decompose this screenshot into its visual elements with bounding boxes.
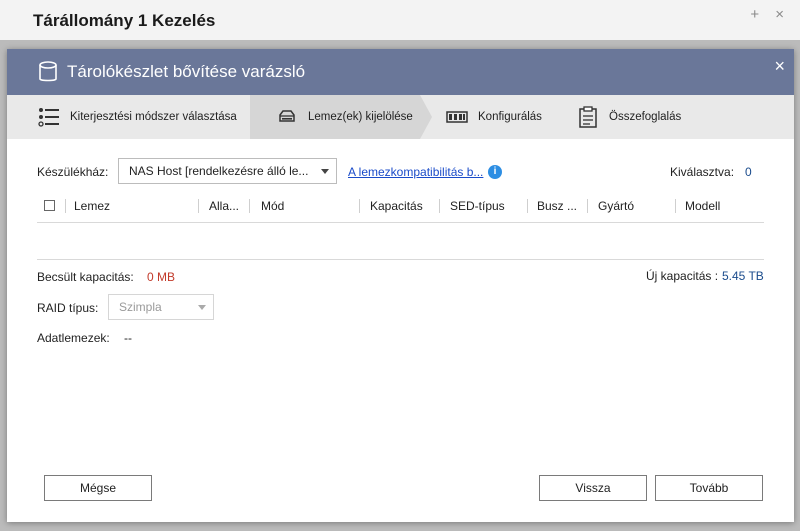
new-capacity-value: 5.45 TB [722, 269, 764, 283]
column-header-vendor[interactable]: Gyártó [598, 199, 634, 213]
wizard-content: Készülékház: NAS Host [rendelkezésre áll… [7, 139, 794, 522]
step-summary: Összefoglalás [577, 95, 727, 139]
column-divider [439, 199, 440, 213]
selected-count: 0 [745, 165, 752, 179]
column-divider [587, 199, 588, 213]
dialog-title: Tárolókészlet bővítése varázsló [67, 62, 306, 81]
clipboard-icon [579, 106, 597, 128]
estimated-capacity-value: 0 MB [147, 270, 176, 284]
data-disks-value: -- [124, 331, 132, 345]
step-label: Lemez(ek) kijelölése [308, 111, 413, 123]
column-divider [249, 199, 250, 213]
enclosure-label: Készülékház: [37, 165, 109, 179]
step-select-disks: Lemez(ek) kijelölése [250, 95, 420, 139]
database-icon [39, 61, 57, 82]
step-label: Konfigurálás [478, 111, 542, 123]
column-header-sed-type[interactable]: SED-típus [450, 199, 505, 213]
column-header-mode[interactable]: Mód [261, 199, 284, 213]
column-header-capacity[interactable]: Kapacitás [370, 199, 423, 213]
selected-label: Kiválasztva: [670, 165, 735, 179]
enclosure-select-value: NAS Host [rendelkezésre álló le... [129, 164, 309, 178]
chevron-down-icon [198, 305, 206, 310]
column-divider [527, 199, 528, 213]
column-divider [65, 199, 66, 213]
back-button[interactable]: Vissza [539, 475, 647, 501]
column-header-bus[interactable]: Busz ... [537, 199, 577, 213]
disk-compatibility-link[interactable]: A lemezkompatibilitás b... [348, 165, 483, 179]
info-icon[interactable]: i [488, 165, 502, 179]
list-icon [38, 108, 59, 127]
background-window-controls[interactable]: + × [750, 6, 790, 23]
dialog-header: Tárolókészlet bővítése varázsló × [7, 49, 794, 95]
next-button[interactable]: Tovább [655, 475, 763, 501]
wizard-steps: Kiterjesztési módszer választása Lemez(e… [7, 95, 794, 139]
raid-type-value: Szimpla [119, 300, 162, 314]
data-disks-label: Adatlemezek: [37, 331, 110, 345]
disk-table-header: Lemez Alla... Mód Kapacitás SED-típus Bu… [37, 189, 764, 223]
step-label: Összefoglalás [609, 111, 682, 123]
raid-type-label: RAID típus: [37, 301, 99, 315]
column-header-status[interactable]: Alla... [209, 199, 239, 213]
column-divider [359, 199, 360, 213]
disk-icon [279, 110, 295, 122]
raid-type-select[interactable]: Szimpla [108, 294, 214, 320]
chevron-down-icon [321, 169, 329, 174]
background-window-title: Tárállomány 1 Kezelés [33, 11, 216, 30]
cancel-button[interactable]: Mégse [44, 475, 152, 501]
disk-table-bottom-border [37, 259, 764, 260]
step-extension-method: Kiterjesztési módszer választása [7, 95, 250, 139]
column-divider [198, 199, 199, 213]
column-header-disk[interactable]: Lemez [74, 199, 110, 213]
step-configure: Konfigurálás [432, 95, 567, 139]
step-separator [420, 95, 432, 139]
raid-icon [446, 111, 468, 123]
expand-pool-wizard-dialog: Tárolókészlet bővítése varázsló × Kiterj… [7, 49, 794, 522]
close-icon[interactable]: × [774, 56, 785, 77]
column-header-model[interactable]: Modell [685, 199, 720, 213]
enclosure-select[interactable]: NAS Host [rendelkezésre álló le... [118, 158, 337, 184]
estimated-capacity-label: Becsült kapacitás: [37, 270, 134, 284]
step-label: Kiterjesztési módszer választása [70, 111, 237, 123]
column-divider [675, 199, 676, 213]
select-all-checkbox[interactable] [44, 200, 55, 211]
new-capacity-label: Új kapacitás : [646, 269, 719, 283]
